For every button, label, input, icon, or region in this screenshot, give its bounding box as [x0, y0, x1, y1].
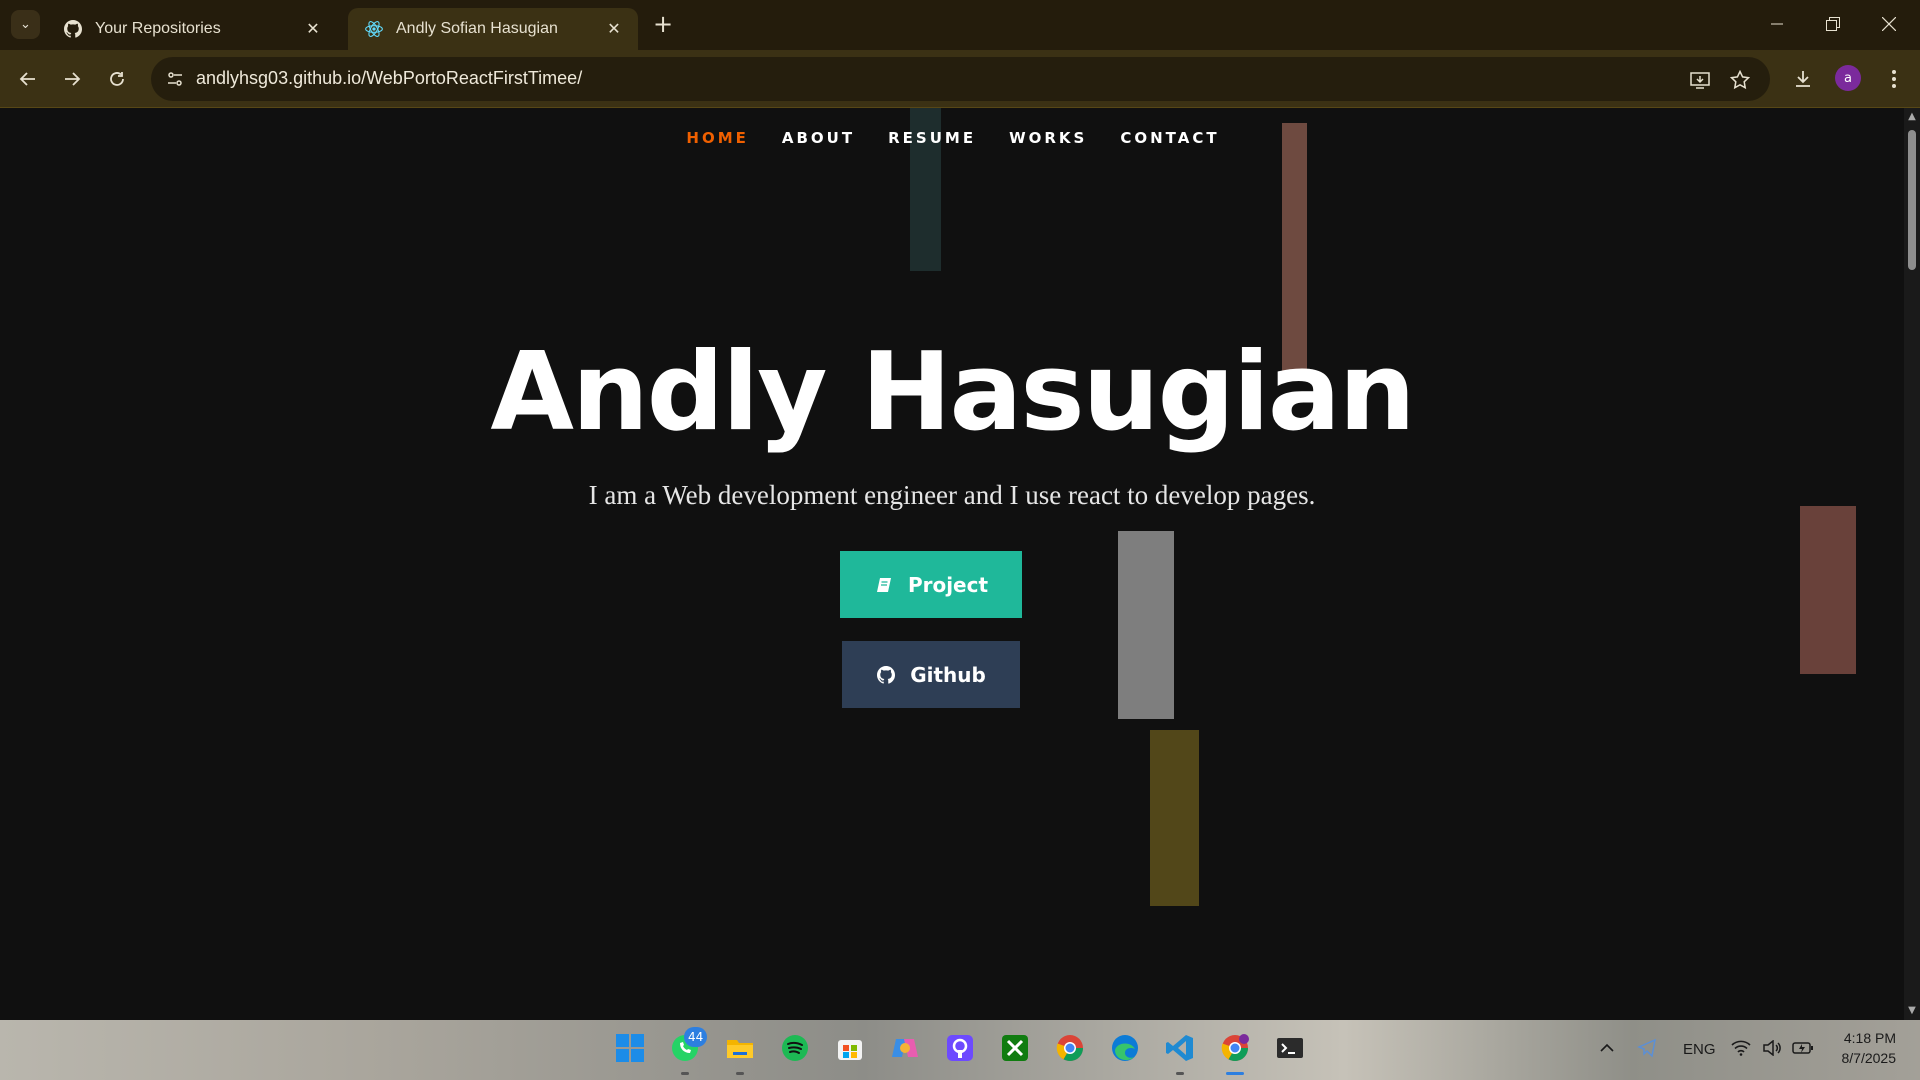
hero-subtitle: I am a Web development engineer and I us…	[588, 480, 1316, 510]
web-page: HOME ABOUT RESUME WORKS CONTACT Andly Ha…	[0, 108, 1904, 1020]
address-bar[interactable]: andlyhsg03.github.io/WebPortoReactFirstT…	[151, 57, 1770, 101]
project-button-label: Project	[907, 572, 989, 597]
page-scrollbar[interactable]: ▲ ▼	[1904, 108, 1920, 1020]
clock-date[interactable]: 8/7/2025	[1826, 1050, 1897, 1066]
spotify-icon[interactable]	[777, 1030, 813, 1066]
react-icon	[364, 19, 384, 39]
tab-search-button[interactable]: ⌄	[11, 10, 40, 39]
windows-taskbar: ENG 4:18 PM 8/7/2025	[0, 1020, 1920, 1080]
install-app-icon[interactable]	[1687, 67, 1713, 93]
project-button[interactable]: Project	[840, 551, 1022, 618]
proton-pass-icon[interactable]	[942, 1030, 978, 1066]
scroll-up-icon[interactable]: ▲	[1907, 112, 1917, 122]
battery-icon[interactable]	[1788, 1030, 1818, 1066]
downloads-icon[interactable]	[1787, 63, 1819, 95]
file-explorer-icon[interactable]	[722, 1030, 758, 1066]
github-icon	[63, 19, 83, 39]
decorative-shape	[1800, 506, 1856, 674]
reload-icon[interactable]	[101, 63, 133, 95]
whatsapp-badge: 44	[684, 1027, 708, 1047]
wifi-icon[interactable]	[1726, 1030, 1756, 1066]
site-info-icon[interactable]	[163, 67, 187, 91]
book-icon	[874, 575, 894, 595]
browser-toolbar: andlyhsg03.github.io/WebPortoReactFirstT…	[0, 50, 1920, 108]
terminal-icon[interactable]	[1272, 1030, 1308, 1066]
microsoft-store-icon[interactable]	[832, 1030, 868, 1066]
bookmark-star-icon[interactable]	[1727, 67, 1753, 93]
language-indicator[interactable]: ENG	[1683, 1041, 1716, 1058]
hero-name: Andly Hasugian	[490, 330, 1415, 455]
show-hidden-icons[interactable]	[1592, 1030, 1622, 1066]
main-nav: HOME ABOUT RESUME WORKS CONTACT	[0, 108, 1904, 168]
forward-icon[interactable]	[56, 63, 88, 95]
vscode-icon[interactable]	[1162, 1030, 1198, 1066]
chrome-profile-icon[interactable]	[1217, 1030, 1253, 1066]
new-tab-button[interactable]: +	[650, 12, 676, 38]
browser-tab-bar: ⌄ Your Repositories ✕ Andly Sofian Hasug…	[0, 0, 1920, 50]
tab-your-repositories[interactable]: Your Repositories ✕	[47, 8, 337, 50]
url-text[interactable]: andlyhsg03.github.io/WebPortoReactFirstT…	[196, 68, 582, 89]
profile-avatar[interactable]: a	[1835, 65, 1861, 91]
running-indicator	[1176, 1072, 1184, 1075]
running-indicator	[736, 1072, 744, 1075]
close-tab-icon[interactable]: ✕	[303, 19, 323, 39]
github-button-label: Github	[910, 662, 986, 687]
clock-time[interactable]: 4:18 PM	[1836, 1030, 1896, 1046]
copilot-icon[interactable]	[887, 1030, 923, 1066]
close-tab-icon[interactable]: ✕	[604, 19, 624, 39]
restore-icon[interactable]	[1810, 8, 1856, 40]
nav-works[interactable]: WORKS	[1009, 129, 1087, 147]
scroll-down-icon[interactable]: ▼	[1907, 1006, 1917, 1016]
active-indicator	[1226, 1072, 1244, 1075]
nav-resume[interactable]: RESUME	[888, 129, 976, 147]
nav-home[interactable]: HOME	[686, 129, 748, 147]
github-icon	[876, 665, 896, 685]
chrome-icon[interactable]	[1052, 1030, 1088, 1066]
running-indicator	[681, 1072, 689, 1075]
volume-icon[interactable]	[1757, 1030, 1787, 1066]
tab-title: Your Repositories	[95, 20, 221, 37]
tab-title: Andly Sofian Hasugian	[396, 20, 558, 37]
github-button[interactable]: Github	[842, 641, 1020, 708]
decorative-shape	[1150, 730, 1199, 906]
edge-icon[interactable]	[1107, 1030, 1143, 1066]
more-menu-icon[interactable]	[1878, 63, 1910, 95]
close-window-icon[interactable]	[1866, 8, 1912, 40]
telegram-icon[interactable]	[1632, 1030, 1662, 1066]
back-icon[interactable]	[12, 63, 44, 95]
windows-start-icon[interactable]	[612, 1030, 648, 1066]
nav-about[interactable]: ABOUT	[782, 129, 855, 147]
nav-contact[interactable]: CONTACT	[1120, 129, 1219, 147]
minimize-icon[interactable]	[1754, 8, 1800, 40]
tab-andly-sofian-hasugian[interactable]: Andly Sofian Hasugian ✕	[348, 8, 638, 50]
decorative-shape	[1118, 531, 1174, 719]
scrollbar-thumb[interactable]	[1908, 130, 1916, 270]
xbox-icon[interactable]	[997, 1030, 1033, 1066]
